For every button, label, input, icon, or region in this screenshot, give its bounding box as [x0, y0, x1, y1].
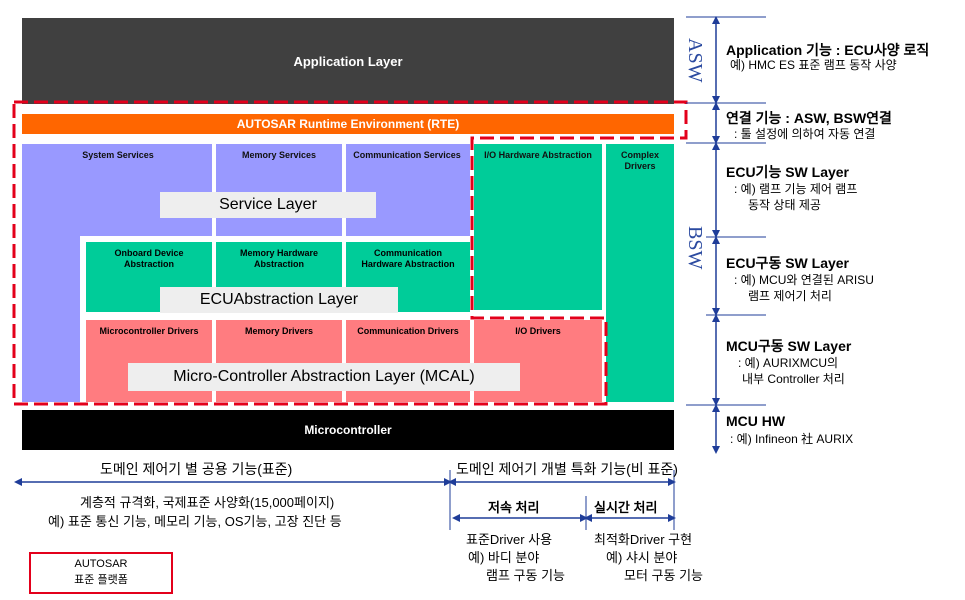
- low-speed-desc-2: 예) 바디 분야: [468, 550, 540, 565]
- mcu-drive-desc-line2: 내부 Controller 처리: [742, 372, 845, 386]
- ecu-drive-desc-title: ECU구동 SW Layer: [726, 255, 850, 271]
- realtime-desc-2: 예) 샤시 분야: [606, 550, 678, 565]
- legend-line2: 표준 플랫폼: [74, 574, 128, 586]
- realtime-label: 실시간 처리: [594, 500, 658, 515]
- rte-desc-title: 연결 기능 : ASW, BSW연결: [726, 110, 892, 126]
- ecu-func-desc-line1: : 예) 램프 기능 제어 램프: [734, 182, 858, 196]
- realtime-desc-1: 최적화Driver 구현: [594, 532, 693, 547]
- low-speed-label: 저속 처리: [488, 500, 540, 515]
- autosar-standard-outline: [12, 100, 688, 406]
- domain-common-label: 도메인 제어기 별 공용 기능(표준): [100, 461, 293, 477]
- ecu-func-desc-title: ECU기능 SW Layer: [726, 164, 850, 180]
- bsw-label: BSW: [684, 226, 706, 270]
- ecu-func-desc-line2: 동작 상태 제공: [748, 198, 821, 212]
- mcu-drive-desc-title: MCU구동 SW Layer: [726, 338, 852, 354]
- realtime-desc-3: 모터 구동 기능: [624, 568, 703, 583]
- ecu-drive-desc-line1: : 예) MCU와 연결된 ARISU: [734, 273, 874, 287]
- ecu-drive-desc-line2: 램프 제어기 처리: [748, 289, 832, 303]
- common-desc-line2: 예) 표준 통신 기능, 메모리 기능, OS기능, 고장 진단 등: [48, 514, 342, 529]
- asw-label: ASW: [684, 38, 706, 83]
- mcu-hw-desc-title: MCU HW: [726, 413, 786, 429]
- common-desc-line1: 계층적 규격화, 국제표준 사양화(15,000페이지): [80, 495, 335, 510]
- mcu-hw-desc-line: : 예) Infineon 社 AURIX: [730, 432, 854, 446]
- low-speed-desc-1: 표준Driver 사용: [466, 532, 553, 547]
- mcu-drive-desc-line1: : 예) AURIXMCU의: [738, 356, 839, 370]
- application-desc-line: 예) HMC ES 표준 램프 동작 사양: [730, 58, 897, 72]
- application-desc-title: Application 기능 : ECU사양 로직: [726, 42, 930, 58]
- rte-desc-line: : 툴 설정에 의하여 자동 연결: [734, 127, 876, 141]
- domain-specific-label: 도메인 제어기 개별 특화 기능(비 표준): [456, 461, 678, 477]
- legend-line1: AUTOSAR: [74, 558, 128, 570]
- low-speed-desc-3: 램프 구동 기능: [486, 568, 565, 583]
